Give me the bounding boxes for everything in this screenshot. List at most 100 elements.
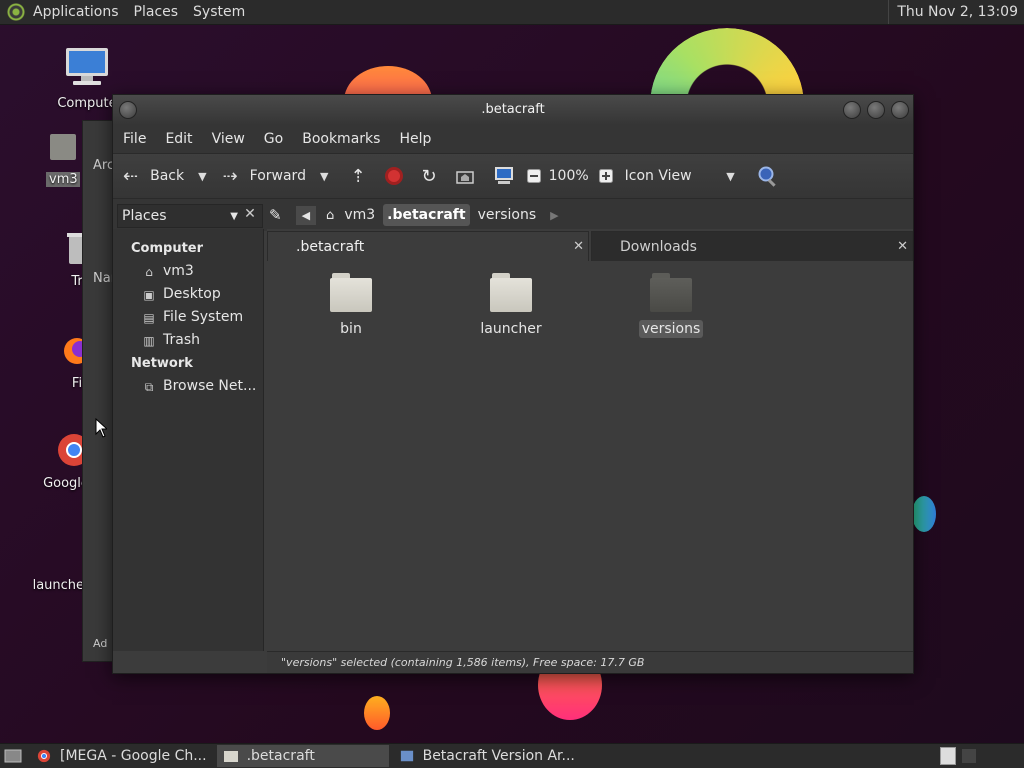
status-bar: "versions" selected (containing 1,586 it… (267, 651, 913, 673)
tab-label: Downloads (620, 239, 697, 255)
chrome-icon (58, 434, 90, 466)
sidebar-item-label: Browse Net... (163, 378, 257, 394)
sidebar: Computer ⌂ vm3 ▣ Desktop ▤ File System ▥ Tra… (113, 229, 264, 651)
computer-icon (494, 167, 513, 184)
show-desktop-button[interactable] (0, 745, 26, 767)
view-mode-chevron-down-icon: ▼ (726, 169, 735, 183)
sidebar-item-label: Desktop (163, 286, 221, 302)
folder-icon (650, 273, 692, 313)
sidebar-heading-network: Network (131, 356, 193, 371)
close-button[interactable] (891, 101, 909, 119)
breadcrumb-versions[interactable]: versions (474, 204, 541, 226)
applications-menu[interactable]: Applications (33, 4, 119, 20)
tab-betacraft[interactable]: .betacraft ✕ (267, 231, 589, 261)
forward-button[interactable]: ⇢ Forward ▼ (223, 166, 329, 187)
file-name: versions (638, 320, 704, 338)
stop-icon (384, 167, 403, 185)
file-item-versions[interactable]: versions (616, 273, 726, 338)
window-titlebar[interactable]: .betacraft (113, 95, 913, 125)
back-history-chevron-icon[interactable]: ▼ (198, 170, 206, 183)
show-desktop-icon (4, 749, 22, 763)
desktop-icon-vm3[interactable]: vm3 (46, 130, 80, 187)
workspace-switcher[interactable] (940, 747, 956, 765)
back-label: Back (150, 168, 185, 184)
sidebar-item-vm3[interactable]: ⌂ vm3 (113, 260, 263, 283)
computer-button[interactable] (493, 166, 515, 186)
top-panel: Applications Places System Thu Nov 2, 13… (0, 0, 1024, 25)
taskbar-item-label: .betacraft (246, 748, 315, 764)
sidebar-heading-computer: Computer (131, 241, 204, 256)
bottom-panel: [MEGA - Google Ch... .betacraft Betacraf… (0, 743, 1024, 768)
home-folder-icon (50, 134, 76, 160)
taskbar-item-mega[interactable]: [MEGA - Google Ch... (30, 745, 213, 767)
forward-label: Forward (249, 168, 306, 184)
view-mode-label: Icon View (624, 168, 692, 184)
menu-view[interactable]: View (212, 131, 245, 147)
close-sidebar-icon[interactable]: ✕ (239, 203, 261, 225)
file-item-launcher[interactable]: launcher (456, 273, 566, 337)
forward-arrow-icon: ⇢ (222, 165, 238, 187)
tab-downloads[interactable]: Downloads ✕ (591, 231, 913, 261)
folder-icon (490, 273, 532, 313)
desktop-icon: ▣ (143, 287, 155, 302)
file-item-bin[interactable]: bin (296, 273, 406, 337)
wallpaper-shape (912, 496, 936, 532)
breadcrumb-left-arrow-icon[interactable]: ◀ (295, 205, 317, 225)
menu-logo-icon[interactable] (7, 3, 25, 21)
close-tab-icon[interactable]: ✕ (897, 232, 908, 262)
breadcrumb-vm3[interactable]: vm3 (340, 204, 379, 226)
places-menu[interactable]: Places (134, 4, 179, 20)
sidebar-item-trash[interactable]: ▥ Trash (113, 329, 263, 352)
menu-help[interactable]: Help (399, 131, 431, 147)
menubar: File Edit View Go Bookmarks Help (113, 125, 913, 153)
breadcrumb-betacraft[interactable]: .betacraft (383, 204, 470, 226)
toolbar: ⇠ Back ▼ ⇢ Forward ▼ ⇡ ↻ 100% Icon View … (113, 153, 913, 199)
window-menu-button[interactable] (119, 101, 137, 119)
taskbar-item-betacraft[interactable]: .betacraft (216, 745, 389, 767)
clock[interactable]: Thu Nov 2, 13:09 (888, 0, 1024, 24)
folder-icon (330, 273, 372, 313)
home-folder-icon: ⌂ (326, 207, 335, 223)
home-icon (455, 171, 474, 184)
up-arrow-icon: ⇡ (350, 165, 366, 187)
window-title: .betacraft (481, 102, 545, 117)
workspace-2[interactable] (962, 749, 976, 763)
sidebar-item-file-system[interactable]: ▤ File System (113, 306, 263, 329)
app-icon (400, 750, 413, 762)
file-icon (92, 534, 102, 564)
menu-file[interactable]: File (123, 131, 146, 147)
breadcrumb-right-arrow-icon[interactable]: ▶ (550, 209, 558, 222)
sidebar-item-browse-network[interactable]: ⧉ Browse Net... (113, 375, 263, 398)
zoom-out-icon (526, 169, 541, 183)
back-button[interactable]: ⇠ Back ▼ (123, 166, 207, 187)
stop-button[interactable] (384, 166, 404, 186)
view-mode-select[interactable]: Icon View ▼ (625, 168, 735, 184)
sidebar-item-desktop[interactable]: ▣ Desktop (113, 283, 263, 306)
sidebar-item-label: vm3 (163, 263, 194, 279)
taskbar-item-betacraft-version[interactable]: Betacraft Version Ar... (393, 745, 581, 767)
content-pane: .betacraft ✕ Downloads ✕ bin launcher ve… (267, 229, 913, 651)
menu-go[interactable]: Go (264, 131, 283, 147)
zoom-in-button[interactable] (598, 169, 613, 183)
trash-icon: ▥ (143, 333, 155, 348)
menu-bookmarks[interactable]: Bookmarks (302, 131, 380, 147)
search-button[interactable] (757, 165, 779, 187)
computer-icon (66, 48, 108, 85)
edit-location-icon[interactable]: ✎ (269, 206, 282, 224)
home-button[interactable] (455, 167, 475, 185)
system-menu[interactable]: System (193, 4, 245, 20)
location-bar: Places ▼ ✕ ✎ ◀ ⌂ vm3 .betacraft versions… (113, 199, 913, 231)
up-button[interactable]: ⇡ (350, 166, 365, 187)
forward-history-chevron-icon[interactable]: ▼ (320, 170, 328, 183)
close-tab-icon[interactable]: ✕ (573, 232, 584, 262)
menu-edit[interactable]: Edit (165, 131, 192, 147)
zoom-in-icon (598, 169, 613, 183)
tab-bar: .betacraft ✕ Downloads ✕ (267, 229, 913, 261)
reload-button[interactable]: ↻ (422, 166, 437, 187)
zoom-level: 100% (548, 168, 589, 184)
zoom-out-button[interactable] (526, 169, 541, 183)
minimize-button[interactable] (843, 101, 861, 119)
wallpaper-shape (364, 696, 390, 730)
folder-icon (223, 751, 238, 762)
maximize-button[interactable] (867, 101, 885, 119)
